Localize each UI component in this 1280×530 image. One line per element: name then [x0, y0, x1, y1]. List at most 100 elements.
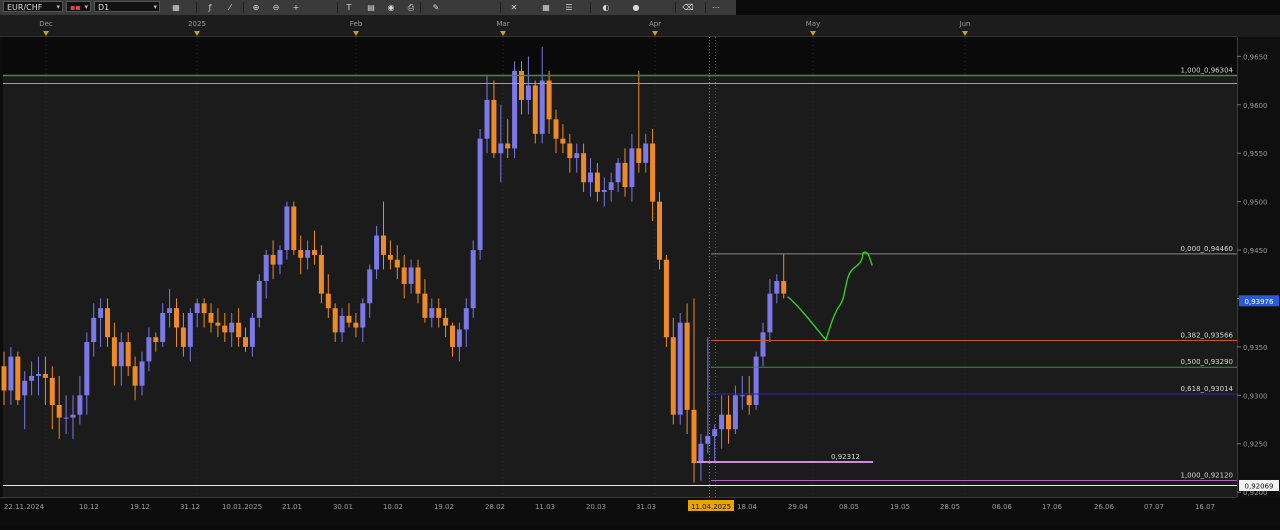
screenshot-icon[interactable]: ◉ [385, 2, 397, 13]
candle-body [594, 172, 600, 192]
date-label: 06.06 [992, 503, 1013, 511]
current-price-tag: 0,93976 [1245, 298, 1274, 306]
chevron-down-icon: ▾ [153, 3, 157, 11]
candle-body [415, 267, 421, 294]
candle-body [588, 172, 593, 183]
candle-body [739, 395, 745, 397]
candle-body [746, 395, 752, 405]
drawing-icon[interactable]: ⁄ [224, 2, 236, 13]
candle-body [443, 317, 449, 326]
zoom-in-icon[interactable]: ⊕ [250, 2, 262, 13]
date-label: 10.12 [79, 503, 99, 511]
symbol-label: EUR/CHF [7, 3, 43, 12]
chevron-down-icon: ▾ [56, 3, 60, 11]
candle-body [470, 250, 476, 309]
candle-body [180, 327, 186, 347]
candle-body [581, 153, 587, 183]
candle-body [491, 99, 497, 154]
price-tick-label: 0,9500 [1243, 199, 1268, 207]
pencil-icon[interactable]: ✎ [430, 2, 442, 13]
chart-style-selector[interactable]: ▪▪ ▾ [66, 1, 91, 12]
candle-body [125, 342, 131, 367]
timeframe-label: D1 [98, 3, 110, 12]
month-label: Mar [496, 20, 509, 28]
candle-body [553, 119, 559, 139]
candle-body [712, 429, 718, 436]
timeframe-selector[interactable]: D1 ▾ [94, 1, 160, 12]
date-label: 11.03 [535, 503, 555, 511]
properties-icon[interactable]: ☰ [563, 2, 575, 13]
candle-body [187, 313, 193, 347]
date-label: 19.05 [890, 503, 910, 511]
candle-body [1, 366, 7, 391]
chevron-down-icon: ▾ [84, 3, 88, 11]
candle-body [484, 99, 490, 139]
support-price-tag: 0,92069 [1245, 482, 1274, 490]
candle-body [560, 138, 566, 144]
price-tick-label: 0,9550 [1243, 150, 1268, 158]
zoom-out-icon[interactable]: ⊖ [270, 2, 282, 13]
chart-type-icon[interactable]: ▦ [170, 2, 182, 13]
candle-body [174, 308, 179, 328]
toolbar-separator [500, 2, 501, 13]
print-icon[interactable]: ⎙ [405, 2, 417, 13]
text-tool-icon[interactable]: T [343, 2, 355, 13]
candle-body [374, 235, 380, 270]
date-label: 17.06 [1042, 503, 1063, 511]
candle-body [698, 443, 704, 464]
grid-icon[interactable]: ▦ [540, 2, 552, 13]
sphere-icon[interactable]: ● [630, 2, 642, 13]
candle-body [284, 206, 290, 251]
candle-body [215, 322, 221, 326]
date-axis [0, 497, 1280, 526]
date-label: 19.12 [130, 503, 150, 511]
color-icon[interactable]: ◐ [600, 2, 612, 13]
candle-body [63, 417, 69, 419]
candle-body [111, 337, 117, 367]
fib-level-label: 0,618_0,93014 [1181, 385, 1234, 393]
eraser-icon[interactable]: ⌫ [682, 2, 694, 13]
crosshair-icon[interactable]: + [290, 2, 302, 13]
candle-body [719, 414, 725, 430]
more-icon[interactable]: ⋯ [710, 2, 722, 13]
trade-icon[interactable]: ✕ [508, 2, 520, 13]
symbol-selector[interactable]: EUR/CHF ▾ [3, 1, 63, 12]
month-label: 2025 [188, 20, 206, 28]
candle-body [608, 182, 614, 191]
template-icon[interactable]: ▤ [365, 2, 377, 13]
month-label: Apr [649, 20, 661, 28]
candle-body [450, 325, 455, 347]
toolbar-separator [243, 2, 244, 13]
date-label: 07.07 [1144, 503, 1164, 511]
candle-body [8, 356, 14, 391]
candle-body [346, 315, 352, 323]
candle-body [291, 206, 297, 251]
chart-canvas[interactable]: Dec 2025 Feb Mar Apr May Jun 0,9650 0,9600 0,9550… [0, 15, 1280, 526]
toolbar-separator [337, 2, 338, 13]
candle-body [774, 281, 780, 294]
candle-body [546, 80, 552, 120]
candle-body [636, 148, 642, 163]
candle-body [512, 70, 518, 149]
month-label: Jun [959, 20, 971, 28]
indicator-icon[interactable]: ƒ [204, 2, 216, 13]
fib-level-label: 0,382_0,93566 [1181, 332, 1234, 340]
candle-body [767, 293, 773, 333]
candle-body [532, 85, 538, 134]
date-label: 08.05 [839, 503, 859, 511]
candle-body [394, 259, 400, 268]
candle-body [312, 250, 317, 255]
price-chart[interactable]: Dec 2025 Feb Mar Apr May Jun 0,9650 0,9600 0,9550… [0, 15, 1280, 526]
candle-body [167, 308, 173, 313]
candle-body [670, 337, 676, 415]
month-label: May [806, 20, 820, 28]
date-label: 29.04 [788, 503, 809, 511]
fib-level-label: 1,000_0,96304 [1181, 66, 1234, 74]
toolbar-separator [675, 2, 676, 13]
chart-toolbar: EUR/CHF ▾ ▪▪ ▾ D1 ▾ ▦ ƒ ⁄ ⊕ ⊖ + T ▤ ◉ ⎙ ✎ ✕ ▦ ☰ ◐ ● ⌫ ⋯ [0, 0, 736, 16]
fib-level-label: 0,000_0,94460 [1181, 245, 1234, 253]
candle-body [84, 342, 90, 396]
candle-body [505, 143, 511, 149]
candle-body [367, 269, 373, 304]
candle-body [429, 308, 435, 318]
